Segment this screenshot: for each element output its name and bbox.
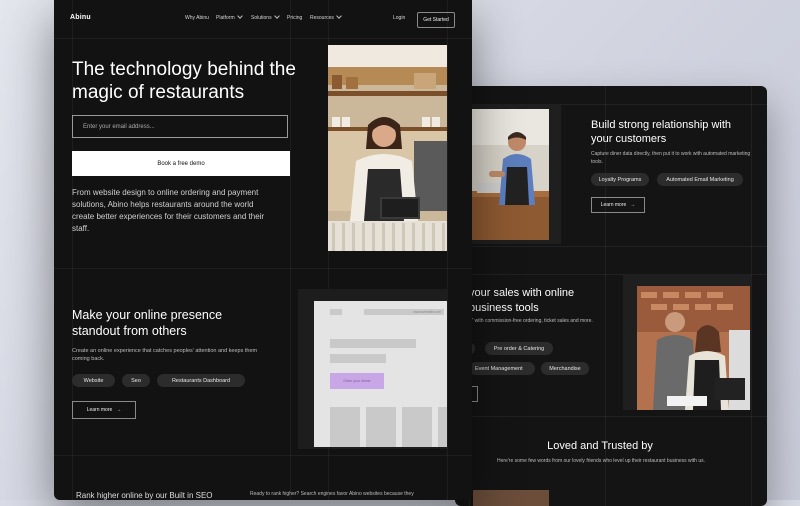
secondary-page-preview: Build strong relationship with your cust… [455,86,767,506]
nav-label: Pricing [287,15,303,21]
chevron-down-icon [273,13,280,19]
learn-more-label: Learn more [86,407,113,413]
arrow-right-icon: → [630,202,636,208]
tag-merchandise[interactable]: Merchandise [541,362,589,375]
sales-title: your sales with online business tools [469,287,575,314]
relationship-title: Build strong relationship with your cust… [591,119,732,145]
mockup-card [366,407,396,447]
landing-page-preview: Abinu Why Abinu Platform Solutions Prici… [54,0,472,500]
learn-more-label: Learn more [600,202,627,208]
chevron-down-icon [336,13,342,19]
nav-label: Platform [216,15,235,21]
mockup-address-bar: www.website.com [364,309,444,315]
top-navigation: Abinu Why Abinu Platform Solutions Prici… [54,0,472,38]
tag-loyalty-programs[interactable]: Loyalty Programs [591,173,649,186]
mockup-logo [330,309,342,315]
book-demo-button[interactable]: Book a free demo [72,151,290,176]
trusted-title: Loved and Trusted by [547,440,653,452]
presence-description: Create an online experience that catches… [72,348,258,362]
couple-dining-photo [637,286,750,410]
testimonial-photo [473,490,549,506]
brand-logo[interactable]: Abinu [70,14,91,21]
presence-title: Make your online presence standout from … [72,308,223,338]
tag-event-management[interactable]: Event Management [469,362,535,375]
nav-resources[interactable]: Resources [310,13,342,21]
mockup-card [402,407,432,447]
trusted-description: Here're some few words from our lovely f… [497,458,705,464]
barista-photo [469,109,549,240]
nav-pricing[interactable]: Pricing [287,15,302,21]
nav-solutions[interactable]: Solutions [251,13,280,21]
relationship-description: Capture diner data directly, then put it… [591,151,751,165]
email-input[interactable]: Enter your email address... [72,115,288,138]
hero-title: The technology behind the magic of resta… [72,59,296,103]
relationship-learn-more-button[interactable]: Learn more → [591,197,645,213]
mockup-card [438,407,447,447]
nav-why-abinu[interactable]: Why Abinu [185,15,209,21]
website-mockup: www.website.com Order your dinner [314,301,447,447]
hero-description: From website design to online ordering a… [72,188,265,233]
tag-website[interactable]: Website [72,374,115,387]
website-mockup-frame: www.website.com Order your dinner [298,289,448,449]
chevron-down-icon [236,13,243,19]
mockup-order-button: Order your dinner [330,373,384,389]
seo-section-description: Ready to rank higher? Search engines fav… [250,491,414,497]
presence-learn-more-button[interactable]: Learn more → [72,401,136,419]
mockup-heading [330,339,416,348]
nav-label: Resources [310,15,334,21]
tag-restaurants-dashboard[interactable]: Restaurants Dashboard [157,374,245,387]
mockup-subheading [330,354,386,363]
tag-automated-email-marketing[interactable]: Automated Email Marketing [657,173,743,186]
get-started-button[interactable]: Get Started [417,12,455,28]
arrow-right-icon: → [116,407,122,413]
tag-pre-order-catering[interactable]: Pre order & Catering [485,342,553,355]
nav-label: Why Abinu [185,15,209,21]
nav-label: Solutions [251,15,272,21]
sales-description: y" with commission-free ordering, ticket… [469,318,593,324]
mockup-card [330,407,360,447]
login-link[interactable]: Login [393,15,405,21]
seo-section-title: Rank higher online by our Built in SEO [76,491,213,500]
tag-seo[interactable]: Seo [122,374,150,387]
smiling-barista-photo [328,45,447,251]
nav-platform[interactable]: Platform [216,13,243,21]
